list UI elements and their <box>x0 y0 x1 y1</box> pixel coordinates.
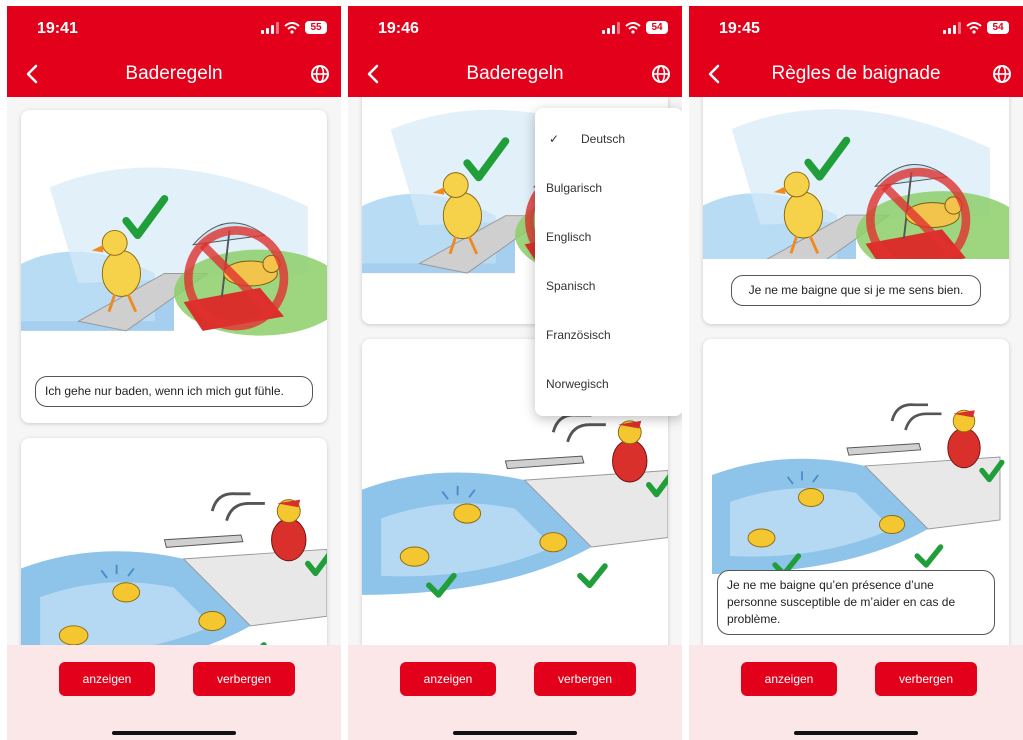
page-title: Règles de baignade <box>771 63 941 84</box>
chevron-left-icon <box>708 64 720 84</box>
signal-icon <box>602 21 620 34</box>
nav-bar: Baderegeln <box>7 52 341 97</box>
battery-icon: 54 <box>646 21 668 34</box>
globe-icon <box>652 65 670 83</box>
rules-list[interactable]: Je ne me baigne que si je me sens bien. … <box>689 97 1023 645</box>
app-header: 19:45 54 Règles de baignade <box>689 6 1023 97</box>
page-title: Baderegeln <box>125 63 223 84</box>
home-indicator[interactable] <box>453 731 577 735</box>
chevron-left-icon <box>367 64 379 84</box>
hide-button[interactable]: verbergen <box>534 662 636 696</box>
show-button[interactable]: anzeigen <box>59 662 155 696</box>
bottom-action-bar: anzeigen verbergen <box>348 645 682 740</box>
rule-caption: Ich gehe nur baden, wenn ich mich gut fü… <box>35 376 313 407</box>
back-button[interactable] <box>19 60 45 88</box>
language-option-englisch[interactable]: Englisch <box>535 213 682 262</box>
wifi-icon <box>966 21 982 34</box>
back-button[interactable] <box>360 60 386 88</box>
status-bar: 19:46 54 <box>348 6 682 52</box>
check-icon: ✓ <box>549 132 560 146</box>
language-button[interactable] <box>307 60 333 88</box>
language-option-bulgarisch[interactable]: Bulgarisch <box>535 164 682 213</box>
status-bar: 19:45 54 <box>689 6 1023 52</box>
rule-caption: Je ne me baigne qu’en présence d’une per… <box>717 570 995 635</box>
signal-icon <box>261 21 279 34</box>
language-button[interactable] <box>989 60 1015 88</box>
chevron-left-icon <box>26 64 38 84</box>
language-option-franzoesisch[interactable]: Französisch <box>535 311 682 360</box>
rule-illustration <box>703 97 1009 259</box>
nav-bar: Règles de baignade <box>689 52 1023 97</box>
rule-illustration <box>21 478 327 645</box>
language-option-deutsch[interactable]: ✓ Deutsch <box>535 115 682 164</box>
app-header: 19:46 54 Baderegeln <box>348 6 682 97</box>
show-button[interactable]: anzeigen <box>741 662 837 696</box>
signal-icon <box>943 21 961 34</box>
show-button[interactable]: anzeigen <box>400 662 496 696</box>
nav-bar: Baderegeln <box>348 52 682 97</box>
status-time: 19:45 <box>719 20 760 37</box>
phone-screen-french: 19:45 54 Règles de baignade Je ne me bai… <box>682 0 1023 740</box>
status-time: 19:46 <box>378 20 419 37</box>
battery-icon: 54 <box>987 21 1009 34</box>
rule-illustration <box>21 125 327 355</box>
status-bar: 19:41 55 <box>7 6 341 52</box>
rule-card: Je ne me baigne qu’en présence d’une per… <box>703 339 1009 645</box>
status-time: 19:41 <box>37 20 78 37</box>
bottom-action-bar: anzeigen verbergen <box>7 645 341 740</box>
wifi-icon <box>625 21 641 34</box>
language-option-norwegisch[interactable]: Norwegisch <box>535 360 682 409</box>
back-button[interactable] <box>701 60 727 88</box>
status-icons: 55 <box>261 21 327 34</box>
bottom-action-bar: anzeigen verbergen <box>689 645 1023 740</box>
page-title: Baderegeln <box>466 63 564 84</box>
phone-screen-german: 19:41 55 Baderegeln Ich gehe nur baden, … <box>0 0 341 740</box>
phone-screen-language-menu: 19:46 54 Baderegeln ✓ Deutsch Bulgarisch… <box>341 0 682 740</box>
status-icons: 54 <box>602 21 668 34</box>
rule-card: Ich gehe nur baden, wenn ich mich gut fü… <box>21 110 327 423</box>
status-icons: 54 <box>943 21 1009 34</box>
hide-button[interactable]: verbergen <box>875 662 977 696</box>
home-indicator[interactable] <box>794 731 918 735</box>
app-header: 19:41 55 Baderegeln <box>7 6 341 97</box>
rule-caption: Je ne me baigne que si je me sens bien. <box>731 275 981 306</box>
language-option-label: Deutsch <box>581 132 626 146</box>
wifi-icon <box>284 21 300 34</box>
globe-icon <box>311 65 329 83</box>
language-dropdown: ✓ Deutsch Bulgarisch Englisch Spanisch F… <box>535 108 682 416</box>
globe-icon <box>993 65 1011 83</box>
language-button[interactable] <box>648 60 674 88</box>
language-option-spanisch[interactable]: Spanisch <box>535 262 682 311</box>
rule-illustration <box>703 394 1009 574</box>
home-indicator[interactable] <box>112 731 236 735</box>
rule-card <box>21 438 327 645</box>
rules-list[interactable]: Ich gehe nur baden, wenn ich mich gut fü… <box>7 97 341 645</box>
battery-icon: 55 <box>305 21 327 34</box>
rule-illustration <box>362 399 668 609</box>
rule-card: Je ne me baigne que si je me sens bien. <box>703 97 1009 324</box>
hide-button[interactable]: verbergen <box>193 662 295 696</box>
